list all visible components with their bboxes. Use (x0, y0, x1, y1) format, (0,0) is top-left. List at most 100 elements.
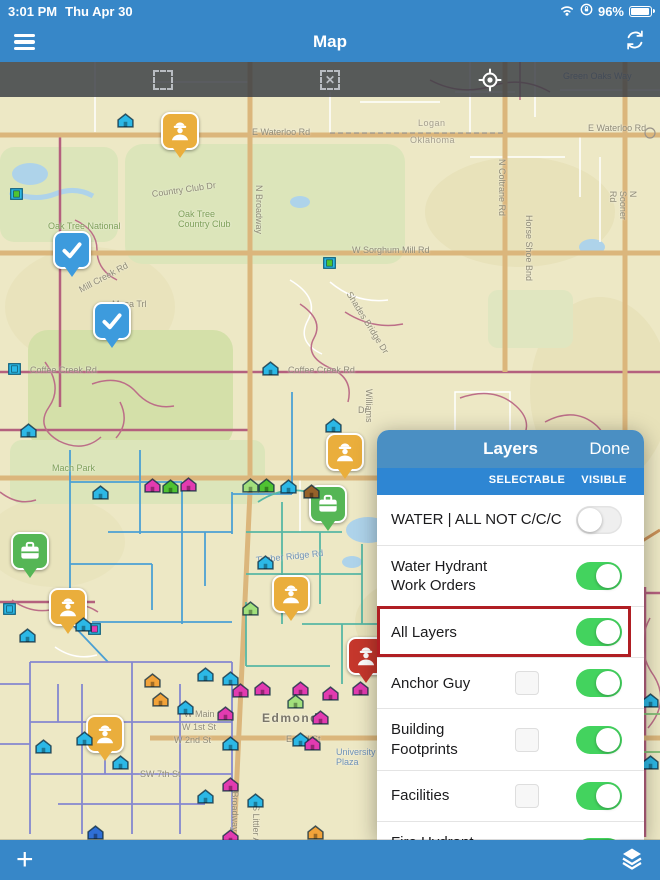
visible-toggle[interactable] (576, 782, 622, 810)
house-marker[interactable] (87, 825, 104, 840)
house-marker[interactable] (144, 478, 161, 493)
house-marker[interactable] (257, 555, 274, 570)
house-marker[interactable] (242, 601, 259, 616)
layers-list: WATER | ALL NOT C/C/C Water Hydrant Work … (377, 495, 644, 840)
utility-box-marker[interactable] (8, 362, 21, 374)
house-marker[interactable] (152, 692, 169, 707)
worker-icon (92, 721, 118, 747)
house-marker[interactable] (325, 418, 342, 433)
layer-label: WATER | ALL NOT C/C/C (391, 510, 576, 529)
visible-toggle[interactable] (576, 506, 622, 534)
house-marker[interactable] (352, 681, 369, 696)
briefcase-pin-marker[interactable] (11, 532, 49, 570)
clock-time: 3:01 PM (8, 4, 57, 19)
selectable-checkbox[interactable] (515, 784, 539, 808)
page-title: Map (0, 32, 660, 52)
selectable-checkbox[interactable] (515, 728, 539, 752)
layer-row[interactable]: All Layers (377, 607, 644, 658)
house-marker[interactable] (35, 739, 52, 754)
house-marker[interactable] (162, 479, 179, 494)
locate-icon[interactable] (473, 68, 507, 92)
house-marker[interactable] (280, 479, 297, 494)
layer-row[interactable]: WATER | ALL NOT C/C/C (377, 495, 644, 546)
house-marker[interactable] (177, 700, 194, 715)
done-button[interactable]: Done (589, 439, 630, 459)
house-marker[interactable] (247, 793, 264, 808)
worker-pin-marker[interactable] (272, 575, 310, 613)
house-marker[interactable] (92, 485, 109, 500)
house-marker[interactable] (112, 755, 129, 770)
selectable-column-header: SELECTABLE (489, 474, 566, 486)
house-marker[interactable] (303, 484, 320, 499)
check-pin-marker[interactable] (53, 231, 91, 269)
house-marker[interactable] (222, 777, 239, 792)
refresh-icon[interactable] (624, 29, 646, 56)
house-marker[interactable] (312, 710, 329, 725)
house-marker[interactable] (258, 478, 275, 493)
layers-icon[interactable] (620, 846, 644, 875)
visible-toggle[interactable] (576, 562, 622, 590)
layer-label: Water Hydrant Work Orders (391, 557, 576, 595)
house-marker[interactable] (197, 667, 214, 682)
layers-panel-header: Layers Done (377, 430, 644, 468)
house-marker[interactable] (76, 731, 93, 746)
house-marker[interactable] (254, 681, 271, 696)
visible-toggle[interactable] (576, 669, 622, 697)
house-marker[interactable] (304, 736, 321, 751)
house-marker[interactable] (307, 825, 324, 840)
selectable-checkbox[interactable] (515, 671, 539, 695)
utility-box-marker[interactable] (3, 602, 16, 614)
marquee-select-icon[interactable] (146, 68, 180, 92)
check-icon (59, 237, 85, 263)
house-marker[interactable] (642, 755, 659, 770)
house-marker[interactable] (197, 789, 214, 804)
layer-row[interactable]: Water Hydrant Work Orders (377, 546, 644, 607)
house-marker[interactable] (19, 628, 36, 643)
app-screen: 3:01 PM Thu Apr 30 96% Map (0, 0, 660, 880)
worker-pin-marker[interactable] (161, 112, 199, 150)
house-marker[interactable] (322, 686, 339, 701)
layers-panel: Layers Done SELECTABLE VISIBLE WATER | A… (377, 430, 644, 840)
visible-toggle[interactable] (576, 726, 622, 754)
briefcase-icon (17, 538, 43, 564)
add-icon[interactable]: + (16, 842, 34, 878)
clock-date: Thu Apr 30 (65, 4, 132, 19)
nav-bar: Map (0, 22, 660, 62)
bottom-bar: + (0, 840, 660, 880)
layer-row[interactable]: Anchor Guy (377, 658, 644, 709)
layer-label: All Layers (391, 623, 576, 642)
house-marker[interactable] (222, 829, 239, 840)
utility-box-marker[interactable] (10, 187, 23, 199)
clear-selection-icon[interactable]: ✕ (313, 68, 347, 92)
check-pin-marker[interactable] (93, 302, 131, 340)
house-marker[interactable] (642, 693, 659, 708)
rotation-lock-icon (580, 3, 593, 19)
menu-icon[interactable] (14, 31, 38, 54)
worker-icon (167, 118, 193, 144)
check-icon (99, 308, 125, 334)
layer-label: Building Footprints (391, 720, 504, 758)
house-marker[interactable] (242, 478, 259, 493)
house-marker[interactable] (117, 113, 134, 128)
wifi-icon (559, 4, 575, 19)
worker-pin-marker[interactable] (326, 433, 364, 471)
house-marker[interactable] (217, 706, 234, 721)
visible-column-header: VISIBLE (581, 474, 627, 486)
status-bar: 3:01 PM Thu Apr 30 96% (0, 0, 660, 22)
house-marker[interactable] (287, 694, 304, 709)
house-marker[interactable] (232, 683, 249, 698)
layer-row[interactable]: Fire Hydrant Service (377, 822, 644, 840)
house-marker[interactable] (262, 361, 279, 376)
layer-row[interactable]: Facilities (377, 771, 644, 822)
worker-icon (332, 439, 358, 465)
layer-label: Anchor Guy (391, 674, 504, 693)
utility-box-marker[interactable] (323, 256, 336, 268)
layer-label: Fire Hydrant Service (391, 833, 504, 840)
house-marker[interactable] (180, 477, 197, 492)
house-marker[interactable] (20, 423, 37, 438)
visible-toggle[interactable] (576, 618, 622, 646)
layer-row[interactable]: Building Footprints (377, 709, 644, 770)
house-marker[interactable] (222, 736, 239, 751)
house-marker[interactable] (75, 617, 92, 632)
house-marker[interactable] (144, 673, 161, 688)
